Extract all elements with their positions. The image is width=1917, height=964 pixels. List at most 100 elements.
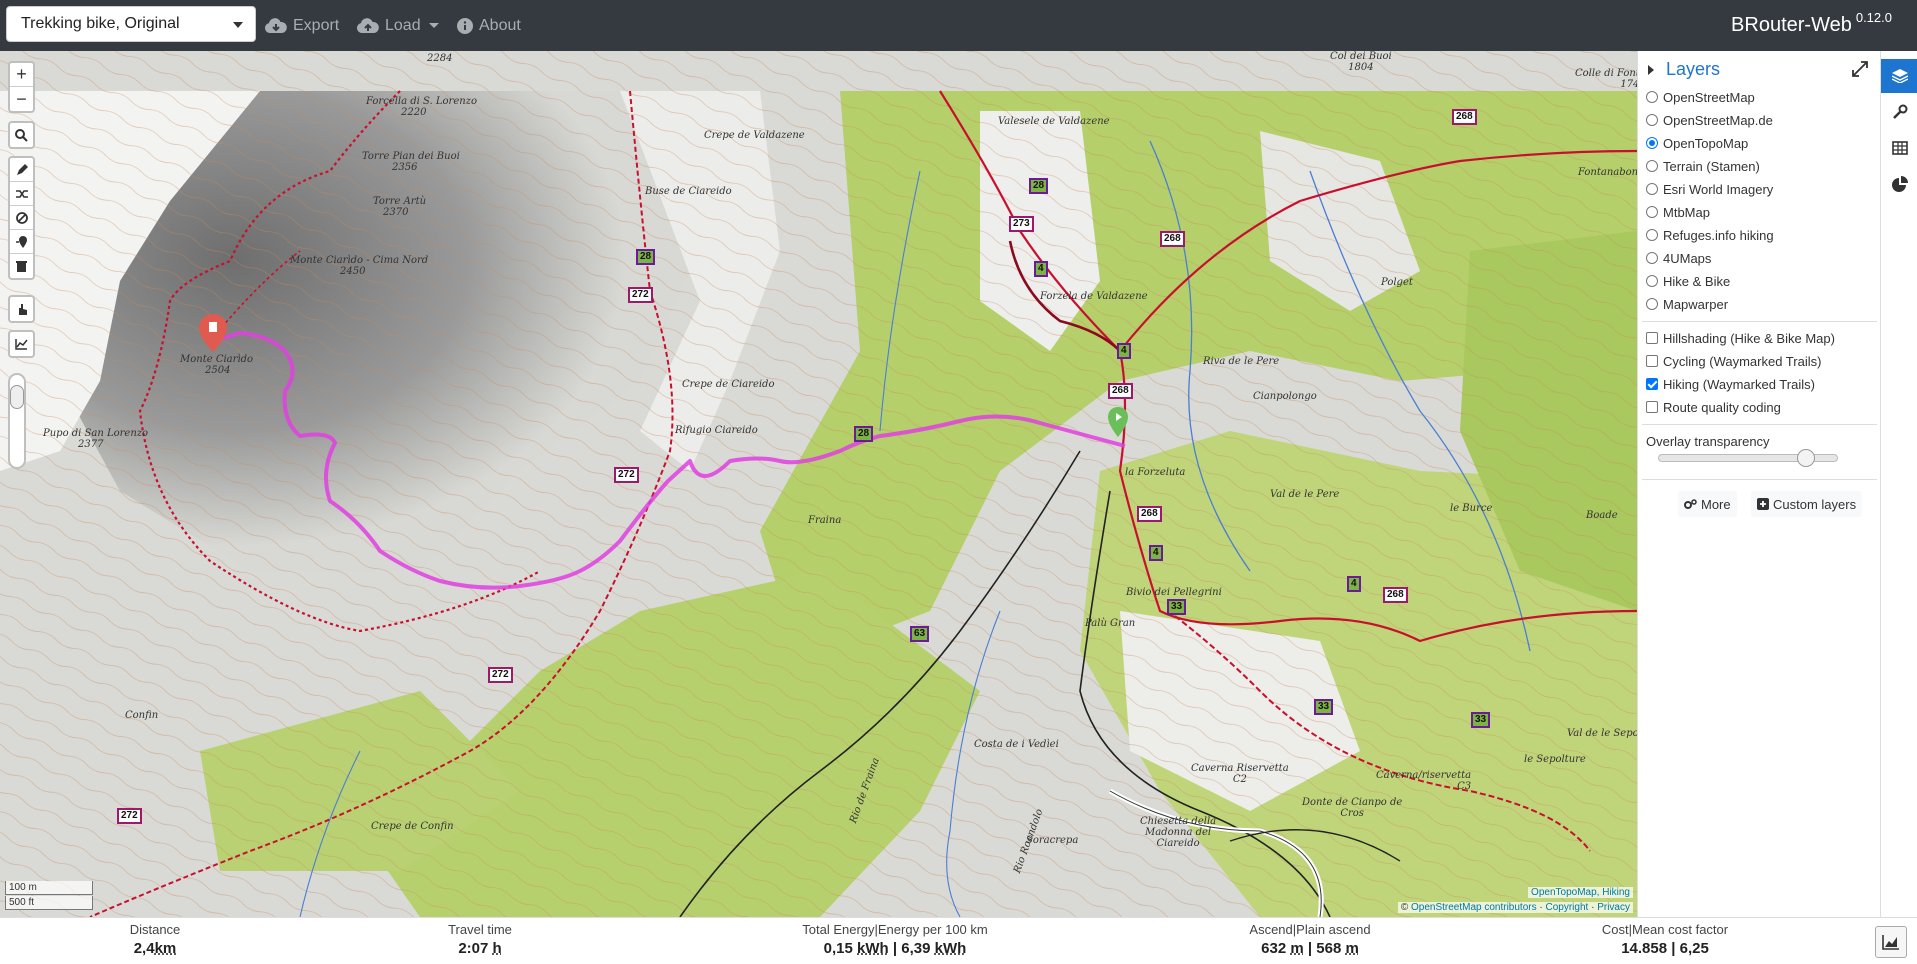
attribution: © OpenStreetMap contributors · Copyright…	[1397, 902, 1633, 913]
layer-esri-world-imagery[interactable]: Esri World Imagery	[1646, 179, 1773, 199]
map-label: Boade	[1586, 510, 1618, 521]
layer-label: Esri World Imagery	[1663, 181, 1774, 197]
attribution-layer: OpenTopoMap, Hiking	[1528, 887, 1633, 898]
map-label: Colle di Fonta1745	[1575, 68, 1637, 90]
map-label: Fontanabona	[1578, 167, 1637, 178]
more-button[interactable]: More	[1678, 491, 1737, 517]
layers-panel-header[interactable]: Layers	[1648, 59, 1720, 80]
profile-select[interactable]: Trekking bike, Original	[6, 6, 256, 42]
copyright-link[interactable]: Copyright	[1546, 902, 1589, 913]
stat-value: 2,4km	[133, 940, 177, 957]
map-label: 2284	[427, 53, 453, 64]
radio[interactable]	[1646, 114, 1658, 126]
tab-analysis[interactable]	[1881, 167, 1917, 201]
divider	[1642, 424, 1877, 425]
opacity-slider[interactable]	[8, 373, 26, 469]
layer-opentopomap[interactable]: OpenTopoMap	[1646, 133, 1748, 153]
radio[interactable]	[1646, 298, 1658, 310]
layer-terrain-stamen[interactable]: Terrain (Stamen)	[1646, 156, 1760, 176]
checkbox[interactable]	[1646, 332, 1658, 344]
end-marker-icon[interactable]	[1108, 407, 1128, 437]
transparency-slider[interactable]	[1658, 449, 1838, 467]
custom-layers-label: Custom layers	[1773, 496, 1857, 512]
layer-label: Hike & Bike	[1663, 273, 1731, 289]
map-label: Palù Gran	[1085, 618, 1136, 629]
radio[interactable]	[1646, 160, 1658, 172]
zoom-in-button[interactable]: +	[10, 63, 33, 87]
layer-openstreetmap-de[interactable]: OpenStreetMap.de	[1646, 110, 1773, 130]
privacy-link[interactable]: Privacy	[1597, 902, 1630, 913]
load-menu[interactable]: Load	[357, 0, 439, 51]
radio[interactable]	[1646, 206, 1658, 218]
export-button[interactable]: Export	[265, 0, 339, 51]
cloud-upload-icon	[357, 17, 379, 33]
layer-label: Terrain (Stamen)	[1663, 158, 1760, 174]
layer-4umaps[interactable]: 4UMaps	[1646, 248, 1711, 268]
radio[interactable]	[1646, 183, 1658, 195]
delete-route-button[interactable]	[10, 254, 33, 278]
map-label: Col dei Buoi 1804	[1330, 51, 1392, 73]
map-label: Riva de le Pere	[1203, 356, 1280, 367]
delete-last-point-button[interactable]	[10, 230, 33, 254]
map-label: Chiesetta della Madonna del Ciareido	[1140, 816, 1217, 849]
radio[interactable]	[1646, 229, 1658, 241]
layer-mapwarper[interactable]: Mapwarper	[1646, 294, 1728, 314]
ban-icon	[15, 211, 28, 224]
route-tools	[8, 156, 35, 280]
attribution-layer-link[interactable]: OpenTopoMap, Hiking	[1531, 887, 1630, 898]
overlay-cycling[interactable]: Cycling (Waymarked Trails)	[1646, 351, 1821, 371]
tab-table[interactable]	[1881, 131, 1917, 165]
map-label: Rifugio Ciareido	[675, 425, 758, 436]
map-label: Torre Artù 2370	[373, 196, 427, 218]
draw-route-button[interactable]	[10, 158, 33, 182]
radio[interactable]	[1646, 275, 1658, 287]
overlay-route-quality[interactable]: Route quality coding	[1646, 397, 1781, 417]
search-button[interactable]	[10, 123, 33, 147]
stat-travel-time: Travel time 2:07 h	[420, 922, 540, 957]
expand-icon[interactable]	[1852, 61, 1868, 77]
opacity-slider-knob[interactable]	[10, 385, 24, 409]
pointer-button[interactable]	[10, 297, 33, 321]
osm-link[interactable]: OpenStreetMap contributors	[1411, 902, 1537, 913]
tab-settings[interactable]	[1881, 95, 1917, 129]
overlay-hillshading[interactable]: Hillshading (Hike & Bike Map)	[1646, 328, 1835, 348]
checkbox[interactable]	[1646, 401, 1658, 413]
about-label: About	[479, 16, 521, 34]
map-label: Torre Pian dei Buoi 2356	[362, 151, 460, 173]
layer-openstreetmap[interactable]: OpenStreetMap	[1646, 87, 1755, 107]
export-label: Export	[293, 16, 340, 34]
radio[interactable]	[1646, 91, 1658, 103]
layer-mtbmap[interactable]: MtbMap	[1646, 202, 1710, 222]
layer-refuges-info[interactable]: Refuges.info hiking	[1646, 225, 1774, 245]
radio[interactable]	[1646, 252, 1658, 264]
map[interactable]: 272 272 272 272 28 28 28 273 4 4 4 4 268…	[0, 51, 1637, 917]
custom-layers-button[interactable]: Custom layers	[1751, 491, 1863, 517]
pencil-icon	[16, 163, 28, 175]
nogo-area-button[interactable]	[10, 206, 33, 230]
stat-value: 2:07 h	[458, 940, 502, 957]
tab-layers[interactable]	[1881, 59, 1917, 93]
transparency-slider-knob[interactable]	[1797, 449, 1815, 467]
map-label: Valesele de Valdazene	[998, 116, 1110, 127]
map-label: la Forzeluta	[1125, 467, 1186, 478]
checkbox[interactable]	[1646, 355, 1658, 367]
map-label: le Sepolture	[1524, 754, 1586, 765]
map-label: Forzela de Valdazene	[1040, 291, 1148, 302]
map-label: Donte de Cianpo de Cros	[1302, 797, 1403, 819]
overlay-hiking[interactable]: Hiking (Waymarked Trails)	[1646, 374, 1815, 394]
layers-panel: Layers OpenStreetMap OpenStreetMap.de Op…	[1637, 51, 1880, 917]
elevation-toggle-button[interactable]	[1875, 926, 1907, 958]
route-shield: 33	[1471, 712, 1491, 728]
layer-hike-bike[interactable]: Hike & Bike	[1646, 271, 1730, 291]
route-shield: 33	[1314, 699, 1334, 715]
reverse-route-button[interactable]	[10, 182, 33, 206]
about-button[interactable]: About	[457, 0, 521, 51]
elevation-button[interactable]	[10, 332, 33, 356]
radio-selected[interactable]	[1646, 137, 1658, 149]
checkbox-checked[interactable]	[1646, 378, 1658, 390]
marker-undo-icon	[15, 235, 27, 248]
stat-label: Cost|Mean cost factor	[1601, 922, 1729, 937]
route-shield: 28	[1029, 178, 1049, 194]
zoom-out-button[interactable]: −	[10, 87, 33, 111]
start-marker-icon[interactable]	[199, 314, 227, 352]
